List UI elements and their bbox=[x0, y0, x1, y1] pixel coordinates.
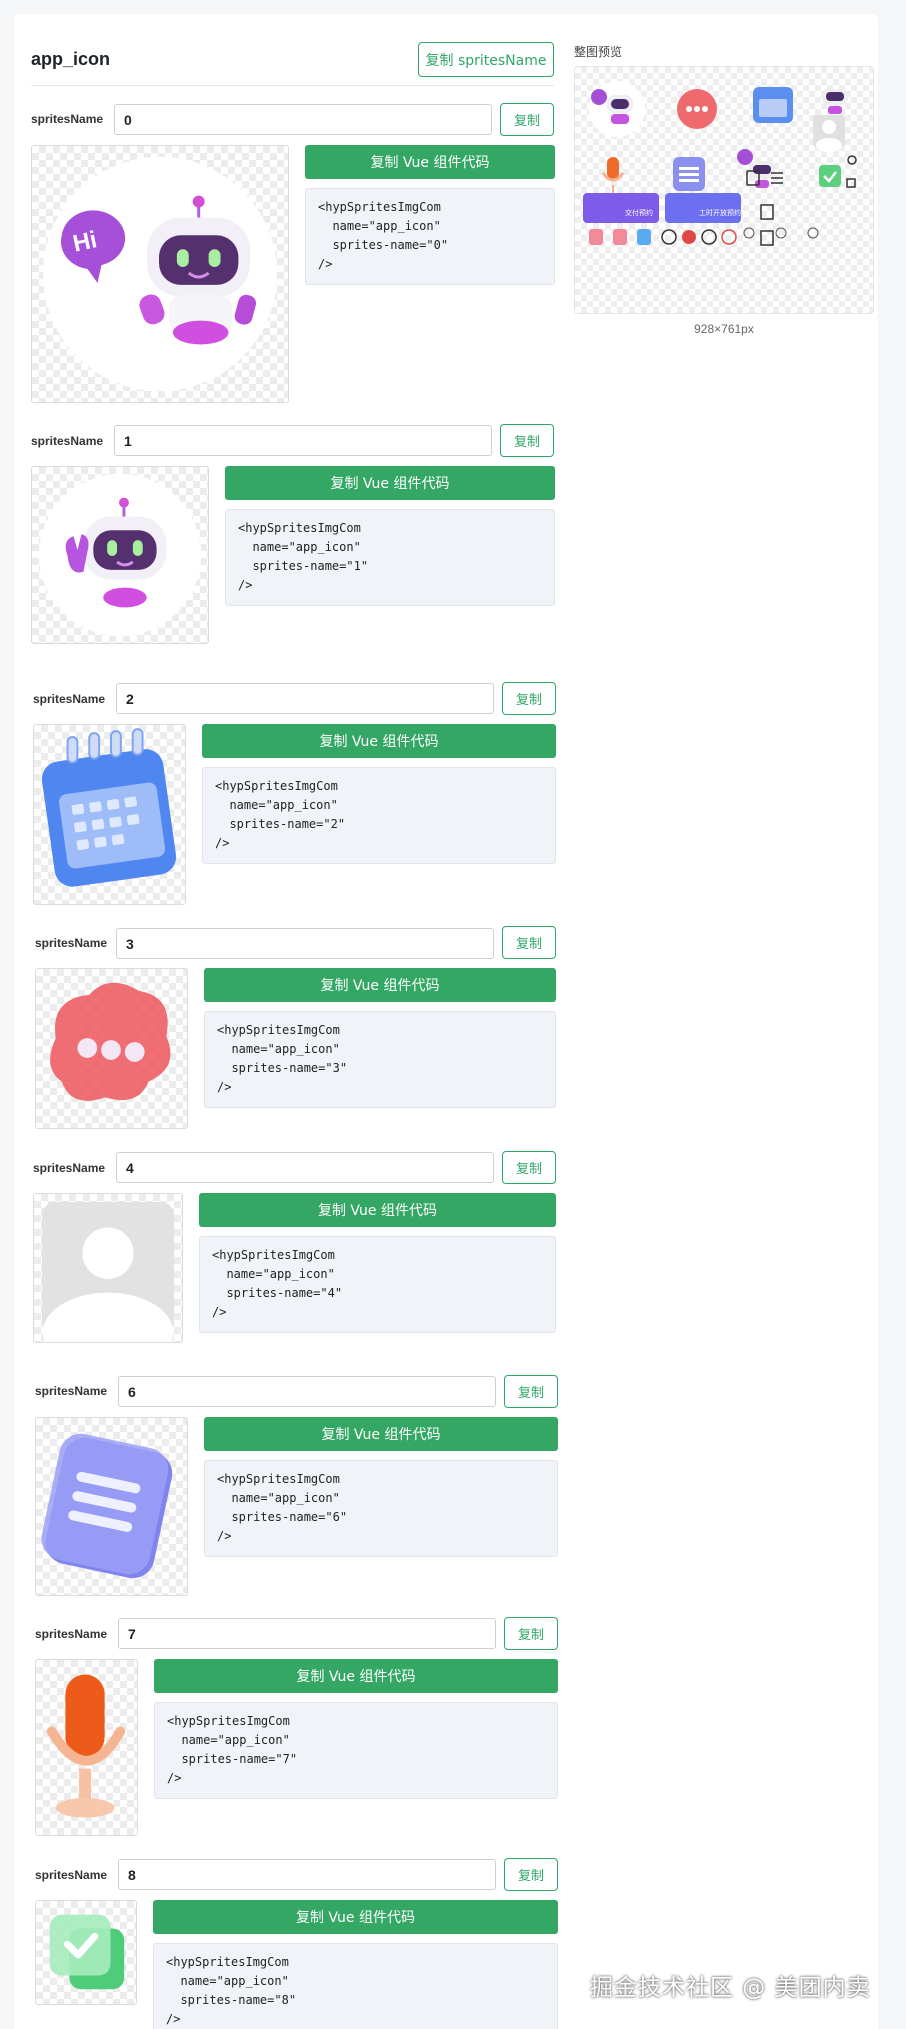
row-6-sprites-name-input[interactable] bbox=[118, 1376, 496, 1407]
check-card-icon bbox=[49, 1914, 125, 1990]
row-1-copy-button[interactable]: 复制 bbox=[500, 424, 554, 457]
row-6-copy-vue-button[interactable]: 复制 Vue 组件代码 bbox=[204, 1417, 558, 1451]
page-title: app_icon bbox=[31, 49, 111, 69]
row-3-sprites-name-input[interactable] bbox=[116, 928, 494, 959]
sprite-sheet-image: 交付预约 工时开放预约 bbox=[583, 81, 857, 246]
chat-bubble-icon bbox=[677, 89, 717, 129]
microphone-icon bbox=[46, 1674, 126, 1818]
document-icon bbox=[673, 157, 705, 191]
sprite-sheet-preview: 交付预约 工时开放预约 bbox=[574, 66, 874, 314]
row-0-copy-vue-button[interactable]: 复制 Vue 组件代码 bbox=[305, 145, 555, 179]
row-6-label: spritesName bbox=[35, 1384, 108, 1398]
row-4-copy-button[interactable]: 复制 bbox=[502, 1151, 556, 1184]
row-4-thumbnail bbox=[33, 1193, 183, 1343]
row-2-copy-vue-button[interactable]: 复制 Vue 组件代码 bbox=[202, 724, 556, 758]
row-3-thumbnail bbox=[35, 968, 188, 1129]
row-1-copy-vue-button[interactable]: 复制 Vue 组件代码 bbox=[225, 466, 555, 500]
row-0-copy-button[interactable]: 复制 bbox=[500, 103, 554, 136]
calendar-icon bbox=[753, 87, 793, 123]
row-0-code-block: <hypSpritesImgCom name="app_icon" sprite… bbox=[305, 188, 555, 285]
check-card-icon bbox=[819, 165, 841, 187]
document-icon bbox=[41, 1433, 173, 1579]
calendar-icon bbox=[41, 728, 177, 887]
row-7-thumbnail bbox=[35, 1659, 138, 1836]
row-7-sprites-name-input[interactable] bbox=[118, 1618, 496, 1649]
row-6-code-block: <hypSpritesImgCom name="app_icon" sprite… bbox=[204, 1460, 558, 1557]
row-3-copy-button[interactable]: 复制 bbox=[502, 926, 556, 959]
chat-bubble-icon bbox=[50, 982, 171, 1101]
row-7-label: spritesName bbox=[35, 1627, 108, 1641]
sheet-button-delivery bbox=[583, 193, 659, 223]
row-8-thumbnail bbox=[35, 1900, 137, 2005]
row-0-thumbnail: Hi bbox=[31, 145, 289, 403]
row-8-copy-button[interactable]: 复制 bbox=[504, 1858, 558, 1891]
sheet-button-hours-text: 工时开放预约 bbox=[699, 208, 741, 217]
row-2-thumbnail bbox=[33, 724, 186, 905]
robot-hi-icon bbox=[589, 81, 645, 137]
row-8-copy-vue-button[interactable]: 复制 Vue 组件代码 bbox=[153, 1900, 558, 1934]
preview-label: 整图预览 bbox=[574, 45, 623, 59]
row-0-label: spritesName bbox=[31, 112, 104, 126]
sheet-button-delivery-text: 交付预约 bbox=[625, 208, 653, 217]
row-8-sprites-name-input[interactable] bbox=[118, 1859, 496, 1890]
copy-sprites-name-button[interactable]: 复制 spritesName bbox=[418, 42, 554, 77]
row-3-code-block: <hypSpritesImgCom name="app_icon" sprite… bbox=[204, 1011, 556, 1108]
row-4-copy-vue-button[interactable]: 复制 Vue 组件代码 bbox=[199, 1193, 556, 1227]
row-8-label: spritesName bbox=[35, 1868, 108, 1882]
row-2-sprites-name-input[interactable] bbox=[116, 683, 494, 714]
row-1-thumbnail bbox=[31, 466, 209, 644]
robot-small-icon bbox=[822, 89, 848, 114]
row-4-label: spritesName bbox=[33, 1161, 106, 1175]
title-divider bbox=[31, 85, 554, 86]
row-7-code-block: <hypSpritesImgCom name="app_icon" sprite… bbox=[154, 1702, 558, 1799]
row-1-sprites-name-input[interactable] bbox=[114, 425, 492, 456]
avatar-placeholder-icon bbox=[813, 115, 845, 152]
row-1-label: spritesName bbox=[31, 434, 104, 448]
robot-wave-icon bbox=[737, 149, 775, 188]
row-2-copy-button[interactable]: 复制 bbox=[502, 682, 556, 715]
row-7-copy-button[interactable]: 复制 bbox=[504, 1617, 558, 1650]
row-2-code-block: <hypSpritesImgCom name="app_icon" sprite… bbox=[202, 767, 556, 864]
row-4-sprites-name-input[interactable] bbox=[116, 1152, 494, 1183]
avatar-placeholder-icon bbox=[41, 1201, 175, 1342]
sheet-button-hours bbox=[665, 193, 741, 223]
watermark: 掘金技术社区 @ 美团内卖 bbox=[590, 1975, 871, 2001]
row-6-thumbnail bbox=[35, 1417, 188, 1596]
row-2-label: spritesName bbox=[33, 692, 106, 706]
row-4-code-block: <hypSpritesImgCom name="app_icon" sprite… bbox=[199, 1236, 556, 1333]
robot-hi-icon: Hi bbox=[42, 156, 278, 392]
microphone-icon bbox=[601, 157, 625, 193]
row-3-copy-vue-button[interactable]: 复制 Vue 组件代码 bbox=[204, 968, 556, 1002]
row-0-sprites-name-input[interactable] bbox=[114, 104, 492, 135]
preview-size-label: 928×761px bbox=[694, 322, 754, 336]
row-1-code-block: <hypSpritesImgCom name="app_icon" sprite… bbox=[225, 509, 555, 606]
robot-wave-icon bbox=[38, 473, 202, 637]
row-8-code-block: <hypSpritesImgCom name="app_icon" sprite… bbox=[153, 1943, 558, 2029]
row-7-copy-vue-button[interactable]: 复制 Vue 组件代码 bbox=[154, 1659, 558, 1693]
row-3-label: spritesName bbox=[35, 936, 108, 950]
row-6-copy-button[interactable]: 复制 bbox=[504, 1375, 558, 1408]
